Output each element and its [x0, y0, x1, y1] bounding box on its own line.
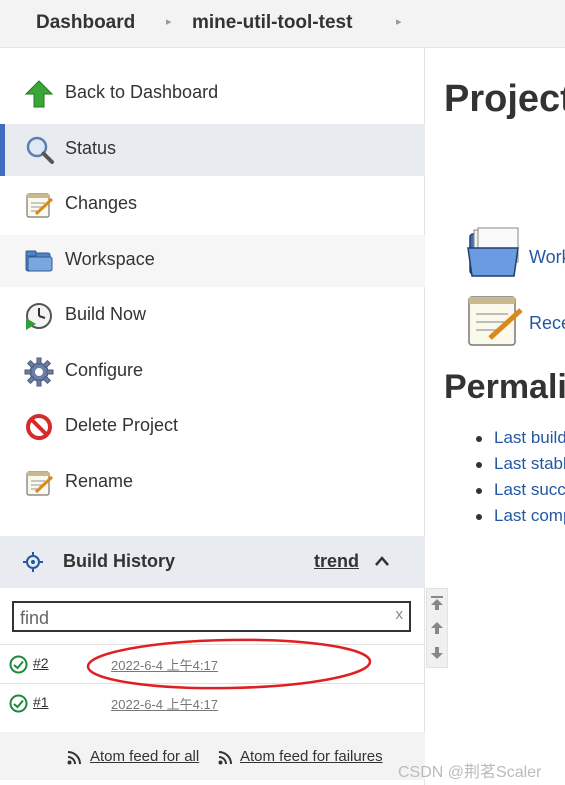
breadcrumb-project[interactable]: mine-util-tool-test — [192, 12, 352, 34]
permalink-item[interactable]: Last build (#2) — [476, 428, 565, 454]
trend-link[interactable]: trend — [314, 551, 359, 572]
clear-search-button[interactable]: x — [396, 606, 404, 623]
build-number-link[interactable]: #2 — [33, 655, 49, 671]
gear-icon — [24, 357, 54, 387]
folder-icon — [25, 250, 53, 272]
folder-icon — [467, 227, 519, 277]
rss-icon — [218, 751, 232, 765]
rss-icon — [67, 751, 81, 765]
scroll-down-icon[interactable] — [430, 645, 444, 661]
atom-feed-failures-link[interactable]: Atom feed for failures — [240, 748, 383, 765]
recent-changes-link[interactable]: Recent Changes — [529, 313, 565, 334]
breadcrumb-separator-icon[interactable]: ▸ — [166, 15, 172, 28]
sidebar-item-label: Build Now — [65, 304, 147, 324]
breadcrumb-dashboard[interactable]: Dashboard — [36, 12, 135, 34]
annotation-ellipse — [86, 638, 372, 690]
up-arrow-icon — [24, 80, 54, 108]
sidebar-item-label: Back to Dashboard — [65, 82, 219, 102]
workspace-link[interactable]: Workspace — [529, 247, 565, 268]
breadcrumb: Dashboard ▸ mine-util-tool-test ▸ — [0, 0, 565, 48]
sidebar-item-label: Workspace — [65, 249, 155, 269]
build-history-scroll-controls — [426, 588, 448, 668]
sidebar-item-label: Status — [65, 138, 117, 158]
sidebar-item-label: Changes — [65, 193, 138, 213]
no-entry-icon — [26, 414, 52, 440]
watermark: CSDN @荆茗Scaler — [398, 764, 542, 781]
breadcrumb-separator-icon[interactable]: ▸ — [396, 15, 402, 28]
success-check-icon — [9, 655, 28, 674]
permalinks-heading: Permalinks — [444, 368, 565, 406]
atom-feeds-bar: Atom feed for all Atom feed for failures — [0, 732, 425, 780]
sidebar-item-back-to-dashboard[interactable]: Back to Dashboard — [0, 68, 425, 120]
sidebar-item-label: Configure — [65, 360, 144, 380]
scroll-top-icon[interactable] — [430, 595, 444, 611]
build-search-input[interactable] — [20, 607, 380, 629]
build-search-box: x — [12, 601, 411, 632]
notepad-icon — [26, 193, 54, 218]
sidebar-item-delete-project[interactable]: Delete Project — [0, 401, 425, 453]
build-history-title: Build History — [63, 551, 176, 571]
permalink-item[interactable]: Last completed build (#2) — [476, 506, 565, 532]
sidebar-item-configure[interactable]: Configure — [0, 346, 425, 398]
notepad-icon — [468, 296, 523, 346]
build-date-link[interactable]: 2022-6-4 上午4:17 — [111, 694, 218, 713]
sidebar-item-status[interactable]: Status — [0, 124, 425, 176]
permalinks-list: Last build (#2) Last stable build (#2) L… — [476, 428, 565, 532]
build-history-header: Build History trend — [0, 536, 425, 588]
sidebar-item-label: Rename — [65, 471, 134, 491]
build-history-icon — [23, 552, 43, 572]
permalink-item[interactable]: Last successful build (#2) — [476, 480, 565, 506]
atom-feed-all-link[interactable]: Atom feed for all — [90, 748, 199, 765]
permalink-item[interactable]: Last stable build (#2) — [476, 454, 565, 480]
sidebar-item-build-now[interactable]: Build Now — [0, 290, 425, 342]
notepad-icon — [26, 471, 54, 496]
sidebar-item-workspace[interactable]: Workspace — [0, 235, 425, 287]
chevron-up-icon[interactable] — [373, 554, 391, 568]
search-icon — [26, 136, 54, 164]
clock-icon — [26, 303, 52, 330]
build-number-link[interactable]: #1 — [33, 694, 49, 710]
sidebar-item-changes[interactable]: Changes — [0, 179, 425, 231]
success-check-icon — [9, 694, 28, 713]
scroll-up-icon[interactable] — [430, 620, 444, 636]
page-title: Project mine-util-tool-test — [444, 78, 565, 120]
sidebar-item-label: Delete Project — [65, 415, 179, 435]
sidebar-item-rename[interactable]: Rename — [0, 457, 425, 509]
